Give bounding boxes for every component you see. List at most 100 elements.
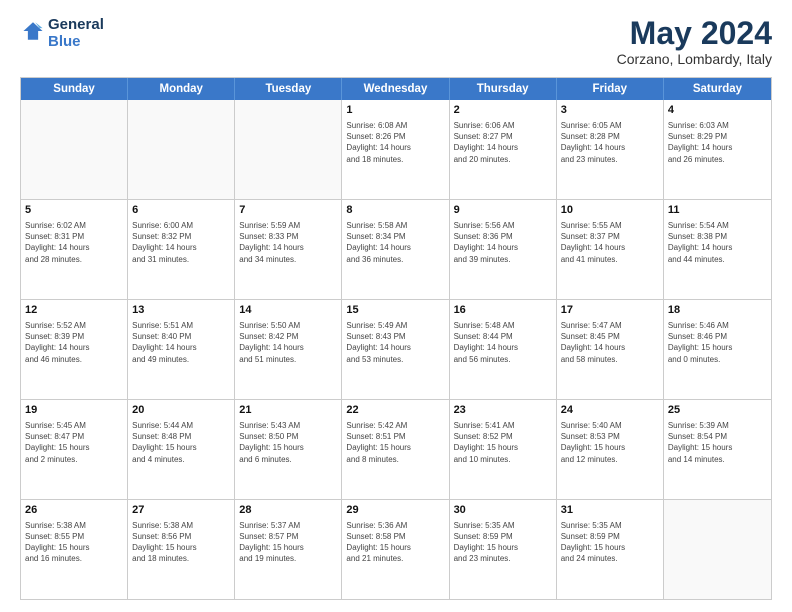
cal-row-1: 1 Sunrise: 6:08 AM Sunset: 8:26 PM Daylig… bbox=[21, 100, 771, 199]
cell-info: Sunrise: 6:05 AM Sunset: 8:28 PM Dayligh… bbox=[561, 120, 659, 165]
cal-cell bbox=[21, 100, 128, 199]
cell-info: Sunrise: 6:02 AM Sunset: 8:31 PM Dayligh… bbox=[25, 220, 123, 265]
cal-row-4: 19 Sunrise: 5:45 AM Sunset: 8:47 PM Dayli… bbox=[21, 399, 771, 499]
page: General Blue May 2024 Corzano, Lombardy,… bbox=[0, 0, 792, 612]
cal-cell bbox=[128, 100, 235, 199]
header-cell-monday: Monday bbox=[128, 78, 235, 100]
cal-row-2: 5 Sunrise: 6:02 AM Sunset: 8:31 PM Daylig… bbox=[21, 199, 771, 299]
day-number: 1 bbox=[346, 103, 444, 118]
cal-cell: 20 Sunrise: 5:44 AM Sunset: 8:48 PM Dayli… bbox=[128, 400, 235, 499]
cal-cell: 3Sunrise: 6:05 AM Sunset: 8:28 PM Daylig… bbox=[557, 100, 664, 199]
day-number: 5 bbox=[25, 203, 123, 218]
day-number: 28 bbox=[239, 503, 337, 518]
day-number: 7 bbox=[239, 203, 337, 218]
day-number: 4 bbox=[668, 103, 767, 118]
cell-info: Sunrise: 5:59 AM Sunset: 8:33 PM Dayligh… bbox=[239, 220, 337, 265]
cal-cell: 8Sunrise: 5:58 AM Sunset: 8:34 PM Daylig… bbox=[342, 200, 449, 299]
cal-cell: 19 Sunrise: 5:45 AM Sunset: 8:47 PM Dayli… bbox=[21, 400, 128, 499]
cell-info: Sunrise: 5:56 AM Sunset: 8:36 PM Dayligh… bbox=[454, 220, 552, 265]
cell-info: Sunrise: 5:55 AM Sunset: 8:37 PM Dayligh… bbox=[561, 220, 659, 265]
cal-cell: 25Sunrise: 5:39 AM Sunset: 8:54 PM Dayli… bbox=[664, 400, 771, 499]
cal-cell: 29Sunrise: 5:36 AM Sunset: 8:58 PM Dayli… bbox=[342, 500, 449, 599]
day-number: 23 bbox=[454, 403, 552, 418]
day-number: 10 bbox=[561, 203, 659, 218]
cell-info: Sunrise: 5:45 AM Sunset: 8:47 PM Dayligh… bbox=[25, 420, 123, 465]
day-number: 18 bbox=[668, 303, 767, 318]
cal-cell: 21Sunrise: 5:43 AM Sunset: 8:50 PM Dayli… bbox=[235, 400, 342, 499]
cal-cell bbox=[235, 100, 342, 199]
cell-info: Sunrise: 6:08 AM Sunset: 8:26 PM Dayligh… bbox=[346, 120, 444, 165]
month-year: May 2024 bbox=[617, 16, 772, 51]
cell-info: Sunrise: 5:46 AM Sunset: 8:46 PM Dayligh… bbox=[668, 320, 767, 365]
day-number: 6 bbox=[132, 203, 230, 218]
cell-info: Sunrise: 5:58 AM Sunset: 8:34 PM Dayligh… bbox=[346, 220, 444, 265]
cal-cell: 27 Sunrise: 5:38 AM Sunset: 8:56 PM Dayli… bbox=[128, 500, 235, 599]
day-number: 9 bbox=[454, 203, 552, 218]
cal-cell: 18 Sunrise: 5:46 AM Sunset: 8:46 PM Dayli… bbox=[664, 300, 771, 399]
cal-cell: 23 Sunrise: 5:41 AM Sunset: 8:52 PM Dayli… bbox=[450, 400, 557, 499]
cell-info: Sunrise: 5:44 AM Sunset: 8:48 PM Dayligh… bbox=[132, 420, 230, 465]
header-cell-saturday: Saturday bbox=[664, 78, 771, 100]
cal-cell: 13Sunrise: 5:51 AM Sunset: 8:40 PM Dayli… bbox=[128, 300, 235, 399]
day-number: 24 bbox=[561, 403, 659, 418]
logo-general: General bbox=[48, 16, 104, 33]
cell-info: Sunrise: 5:50 AM Sunset: 8:42 PM Dayligh… bbox=[239, 320, 337, 365]
day-number: 17 bbox=[561, 303, 659, 318]
cal-cell: 1 Sunrise: 6:08 AM Sunset: 8:26 PM Daylig… bbox=[342, 100, 449, 199]
cal-cell: 6 Sunrise: 6:00 AM Sunset: 8:32 PM Daylig… bbox=[128, 200, 235, 299]
cell-info: Sunrise: 6:06 AM Sunset: 8:27 PM Dayligh… bbox=[454, 120, 552, 165]
cal-cell: 4Sunrise: 6:03 AM Sunset: 8:29 PM Daylig… bbox=[664, 100, 771, 199]
cal-cell: 10 Sunrise: 5:55 AM Sunset: 8:37 PM Dayli… bbox=[557, 200, 664, 299]
day-number: 2 bbox=[454, 103, 552, 118]
cell-info: Sunrise: 5:49 AM Sunset: 8:43 PM Dayligh… bbox=[346, 320, 444, 365]
title-block: May 2024 Corzano, Lombardy, Italy bbox=[617, 16, 772, 67]
header-cell-sunday: Sunday bbox=[21, 78, 128, 100]
cell-info: Sunrise: 5:48 AM Sunset: 8:44 PM Dayligh… bbox=[454, 320, 552, 365]
day-number: 13 bbox=[132, 303, 230, 318]
day-number: 11 bbox=[668, 203, 767, 218]
header-cell-wednesday: Wednesday bbox=[342, 78, 449, 100]
cal-cell: 7 Sunrise: 5:59 AM Sunset: 8:33 PM Daylig… bbox=[235, 200, 342, 299]
cal-cell: 30Sunrise: 5:35 AM Sunset: 8:59 PM Dayli… bbox=[450, 500, 557, 599]
cell-info: Sunrise: 5:37 AM Sunset: 8:57 PM Dayligh… bbox=[239, 520, 337, 565]
cal-cell: 22 Sunrise: 5:42 AM Sunset: 8:51 PM Dayli… bbox=[342, 400, 449, 499]
header-cell-thursday: Thursday bbox=[450, 78, 557, 100]
cal-row-5: 26 Sunrise: 5:38 AM Sunset: 8:55 PM Dayli… bbox=[21, 499, 771, 599]
day-number: 27 bbox=[132, 503, 230, 518]
logo-blue: Blue bbox=[48, 33, 81, 50]
cal-cell: 2 Sunrise: 6:06 AM Sunset: 8:27 PM Daylig… bbox=[450, 100, 557, 199]
logo-icon bbox=[22, 20, 44, 42]
calendar-header: SundayMondayTuesdayWednesdayThursdayFrid… bbox=[21, 78, 771, 100]
cell-info: Sunrise: 5:47 AM Sunset: 8:45 PM Dayligh… bbox=[561, 320, 659, 365]
cell-info: Sunrise: 5:38 AM Sunset: 8:56 PM Dayligh… bbox=[132, 520, 230, 565]
calendar-body: 1 Sunrise: 6:08 AM Sunset: 8:26 PM Daylig… bbox=[21, 100, 771, 599]
cell-info: Sunrise: 5:41 AM Sunset: 8:52 PM Dayligh… bbox=[454, 420, 552, 465]
day-number: 21 bbox=[239, 403, 337, 418]
cal-cell: 11 Sunrise: 5:54 AM Sunset: 8:38 PM Dayli… bbox=[664, 200, 771, 299]
cell-info: Sunrise: 5:52 AM Sunset: 8:39 PM Dayligh… bbox=[25, 320, 123, 365]
day-number: 26 bbox=[25, 503, 123, 518]
cal-cell: 17 Sunrise: 5:47 AM Sunset: 8:45 PM Dayli… bbox=[557, 300, 664, 399]
cell-info: Sunrise: 5:42 AM Sunset: 8:51 PM Dayligh… bbox=[346, 420, 444, 465]
day-number: 14 bbox=[239, 303, 337, 318]
cal-cell: 5 Sunrise: 6:02 AM Sunset: 8:31 PM Daylig… bbox=[21, 200, 128, 299]
day-number: 31 bbox=[561, 503, 659, 518]
day-number: 19 bbox=[25, 403, 123, 418]
cal-cell: 12Sunrise: 5:52 AM Sunset: 8:39 PM Dayli… bbox=[21, 300, 128, 399]
cal-cell: 26 Sunrise: 5:38 AM Sunset: 8:55 PM Dayli… bbox=[21, 500, 128, 599]
cell-info: Sunrise: 5:54 AM Sunset: 8:38 PM Dayligh… bbox=[668, 220, 767, 265]
cell-info: Sunrise: 5:35 AM Sunset: 8:59 PM Dayligh… bbox=[561, 520, 659, 565]
day-number: 20 bbox=[132, 403, 230, 418]
location: Corzano, Lombardy, Italy bbox=[617, 51, 772, 67]
cal-cell: 16 Sunrise: 5:48 AM Sunset: 8:44 PM Dayli… bbox=[450, 300, 557, 399]
day-number: 22 bbox=[346, 403, 444, 418]
cell-info: Sunrise: 5:38 AM Sunset: 8:55 PM Dayligh… bbox=[25, 520, 123, 565]
cell-info: Sunrise: 6:00 AM Sunset: 8:32 PM Dayligh… bbox=[132, 220, 230, 265]
cal-cell: 31 Sunrise: 5:35 AM Sunset: 8:59 PM Dayli… bbox=[557, 500, 664, 599]
day-number: 25 bbox=[668, 403, 767, 418]
day-number: 16 bbox=[454, 303, 552, 318]
day-number: 29 bbox=[346, 503, 444, 518]
calendar: SundayMondayTuesdayWednesdayThursdayFrid… bbox=[20, 77, 772, 600]
cal-row-3: 12Sunrise: 5:52 AM Sunset: 8:39 PM Dayli… bbox=[21, 299, 771, 399]
cal-cell bbox=[664, 500, 771, 599]
